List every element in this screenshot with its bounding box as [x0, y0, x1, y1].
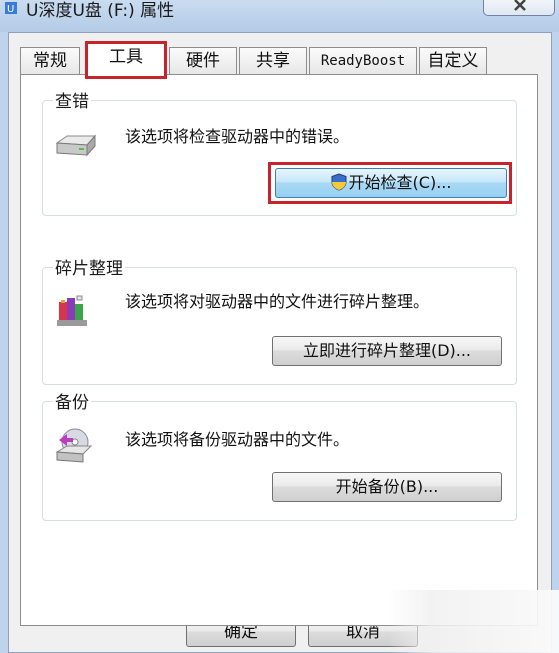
drive-properties-icon: U — [5, 2, 17, 15]
backup-title: 备份 — [53, 388, 91, 413]
defrag-title: 碎片整理 — [53, 254, 125, 279]
start-backup-button[interactable]: 开始备份(B)... — [272, 472, 502, 502]
tab-sharing[interactable]: 共享 — [239, 47, 307, 75]
window-title: U深度U盘 (F:) 属性 — [26, 1, 175, 21]
tools-panel: 查错 该选项将检查驱动器中的错误。 开始检查(C)... 碎片整理 该选项将对驱… — [20, 74, 538, 626]
start-check-label: 开始检查(C)... — [348, 173, 452, 192]
title-bar: U U深度U盘 (F:) 属性 — [0, 0, 559, 32]
backup-icon — [55, 428, 93, 463]
error-check-description: 该选项将检查驱动器中的错误。 — [125, 127, 350, 146]
tab-hardware[interactable]: 硬件 — [169, 47, 237, 75]
tab-tools[interactable]: 工具 — [85, 41, 167, 79]
uac-shield-icon — [331, 173, 347, 191]
error-check-group: 查错 该选项将检查驱动器中的错误。 开始检查(C)... — [42, 87, 517, 216]
defrag-icon — [57, 295, 87, 326]
properties-dialog: 常规 工具 硬件 共享 ReadyBoost 自定义 查错 该选项将检查驱动器中… — [8, 32, 552, 653]
drive-icon — [55, 134, 97, 157]
tab-general[interactable]: 常规 — [20, 47, 80, 75]
watermark-blur — [388, 590, 559, 653]
close-icon — [514, 0, 526, 11]
tab-readyboost[interactable]: ReadyBoost — [309, 47, 417, 75]
backup-description: 该选项将备份驱动器中的文件。 — [125, 430, 350, 449]
svg-text:U: U — [7, 4, 14, 15]
tab-customize[interactable]: 自定义 — [419, 47, 487, 75]
close-button[interactable] — [483, 0, 555, 16]
start-check-button[interactable]: 开始检查(C)... — [275, 168, 507, 198]
defrag-group: 碎片整理 该选项将对驱动器中的文件进行碎片整理。 立即进行碎片整理(D)... — [42, 254, 517, 385]
backup-group: 备份 该选项将备份驱动器中的文件。 开始备份(B)... — [42, 388, 517, 521]
defrag-description: 该选项将对驱动器中的文件进行碎片整理。 — [125, 292, 430, 311]
error-check-title: 查错 — [53, 87, 91, 112]
defrag-now-button[interactable]: 立即进行碎片整理(D)... — [272, 336, 502, 366]
